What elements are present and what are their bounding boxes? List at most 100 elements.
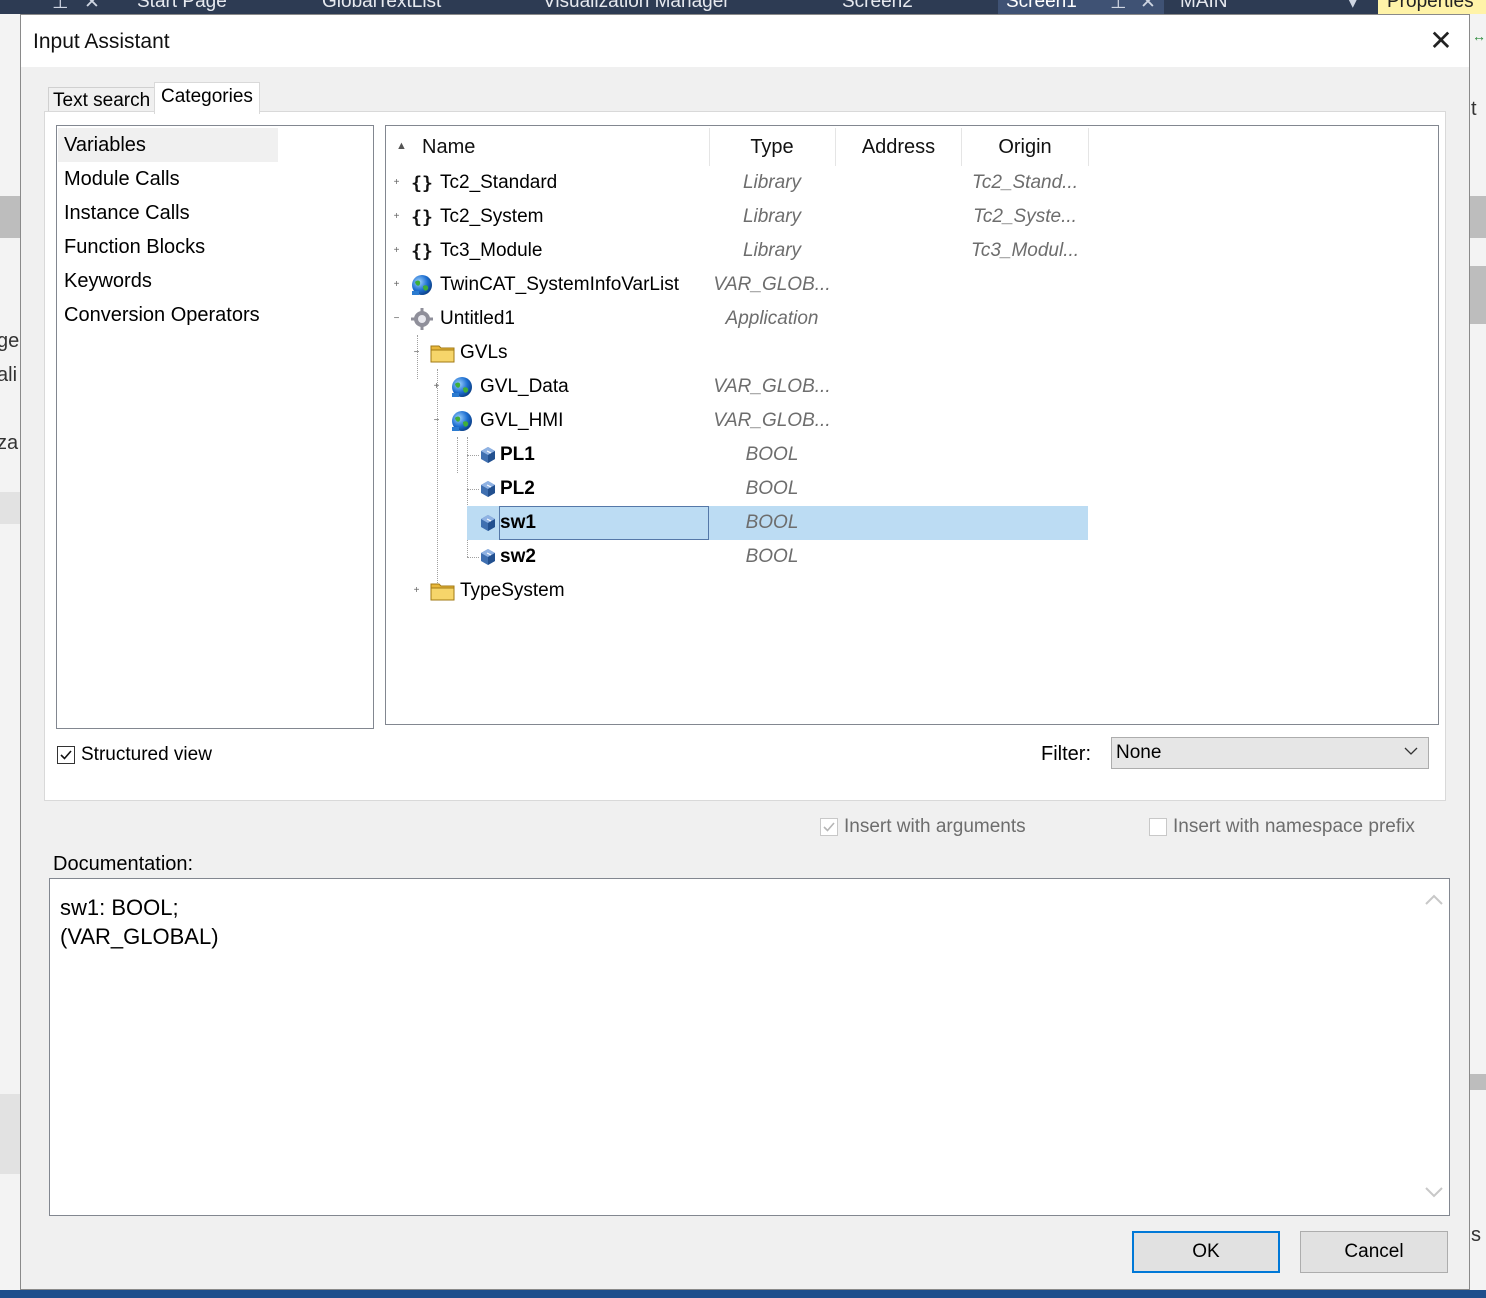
- ide-tab-globaltextlist[interactable]: GlobalTextList: [322, 0, 441, 13]
- properties-panel-tab[interactable]: Properties: [1378, 0, 1486, 14]
- pin-icon[interactable]: ⊥: [1110, 0, 1127, 14]
- variable-icon: [478, 479, 502, 503]
- ide-left-text-fragment: ge: [0, 330, 20, 352]
- ide-tab-screen1[interactable]: Screen1: [1006, 0, 1077, 13]
- category-item-keywords[interactable]: Keywords: [58, 264, 278, 298]
- variable-icon: [478, 445, 502, 469]
- column-header-name[interactable]: Name: [422, 126, 475, 166]
- tree-row[interactable]: PL2 BOOL: [386, 472, 1438, 506]
- chevron-down-icon: [1404, 747, 1418, 755]
- svg-text:{}: {}: [411, 173, 433, 194]
- column-header-address[interactable]: Address: [836, 126, 961, 166]
- folder-icon: [430, 579, 455, 603]
- tree-row[interactable]: PL1 BOOL: [386, 438, 1438, 472]
- documentation-line: sw1: BOOL;: [60, 895, 179, 920]
- tab-text-search[interactable]: Text search: [48, 87, 155, 113]
- close-icon[interactable]: ✕: [84, 0, 100, 14]
- tree-item-name: GVLs: [460, 342, 508, 363]
- tab-categories[interactable]: Categories: [154, 82, 260, 114]
- tree-row[interactable]: + TypeSystem: [386, 574, 1438, 608]
- ide-tab-screen2[interactable]: Screen2: [842, 0, 913, 13]
- column-separator: [1088, 128, 1089, 166]
- ide-right-band: [1470, 1074, 1486, 1090]
- documentation-line: (VAR_GLOBAL): [60, 924, 219, 949]
- expand-icon[interactable]: +: [432, 382, 441, 392]
- arrow-icon: ↔: [1472, 28, 1486, 44]
- expand-icon[interactable]: +: [392, 280, 401, 290]
- collapse-icon[interactable]: −: [392, 314, 401, 324]
- collapse-icon[interactable]: −: [432, 416, 441, 426]
- tree-row[interactable]: + {} Tc3_Module Library Tc3_Modul...: [386, 234, 1438, 268]
- expand-icon[interactable]: +: [412, 586, 421, 596]
- ide-left-band: [0, 492, 20, 524]
- tree-item-type: BOOL: [745, 512, 799, 533]
- tree-row[interactable]: + {} Tc2_System Library Tc2_Syste...: [386, 200, 1438, 234]
- expand-icon[interactable]: +: [392, 178, 401, 188]
- category-item-function-blocks[interactable]: Function Blocks: [58, 230, 278, 264]
- tree-item-origin: Tc2_Syste...: [973, 206, 1077, 227]
- tree-item-name: sw1: [500, 512, 536, 533]
- tree-item-type: BOOL: [745, 478, 799, 499]
- tree-row[interactable]: − GVL_HMI VAR_GLOB...: [386, 404, 1438, 438]
- ide-tab-visualization-manager[interactable]: Visualization Manager: [543, 0, 730, 13]
- pin-icon[interactable]: ⊥: [52, 0, 69, 14]
- collapse-icon[interactable]: −: [412, 348, 421, 358]
- ide-tab-start-page[interactable]: Start Page: [137, 0, 227, 13]
- tree-item-type: Library: [742, 206, 802, 227]
- category-item-conversion-operators[interactable]: Conversion Operators: [58, 298, 358, 332]
- ide-right-text-fragment: s: [1471, 1224, 1481, 1246]
- tree-item-origin: Tc3_Modul...: [970, 240, 1080, 261]
- documentation-scrollbar[interactable]: [1420, 880, 1448, 1214]
- variable-icon: [478, 513, 502, 537]
- filter-dropdown[interactable]: None: [1111, 737, 1429, 769]
- category-item-module-calls[interactable]: Module Calls: [58, 162, 278, 196]
- input-assistant-dialog: Input Assistant ✕ Text search Categories…: [20, 14, 1470, 1290]
- variable-icon: [478, 547, 502, 571]
- ide-left-band: [0, 196, 20, 238]
- filter-label: Filter:: [1041, 743, 1091, 765]
- tree-row[interactable]: sw2 BOOL: [386, 540, 1438, 574]
- documentation-textbox[interactable]: sw1: BOOL; (VAR_GLOBAL): [49, 878, 1450, 1216]
- tree-row[interactable]: sw1 BOOL: [386, 506, 1438, 540]
- close-icon: ✕: [1429, 25, 1453, 56]
- tree-item-type: BOOL: [745, 444, 799, 465]
- cancel-button[interactable]: Cancel: [1300, 1231, 1448, 1273]
- close-icon[interactable]: ✕: [1140, 0, 1156, 14]
- column-header-origin[interactable]: Origin: [962, 126, 1088, 166]
- category-list: Variables Module Calls Instance Calls Fu…: [56, 125, 374, 729]
- tree-item-name: Tc2_System: [440, 206, 544, 227]
- category-item-instance-calls[interactable]: Instance Calls: [58, 196, 278, 230]
- globe-icon: [410, 273, 434, 297]
- tree-row[interactable]: − Untitled1 Application: [386, 302, 1438, 336]
- tree-row[interactable]: + TwinCAT_SystemInfoVarList VAR_GLOB...: [386, 268, 1438, 302]
- ide-tab-main[interactable]: MAIN: [1180, 0, 1228, 13]
- library-braces-icon: {}: [410, 239, 434, 263]
- tree-row[interactable]: + {} Tc2_Standard Library Tc2_Stand...: [386, 166, 1438, 200]
- ide-right-panel: ↔ t s: [1470, 14, 1486, 1298]
- scroll-down-icon[interactable]: [1424, 1186, 1444, 1198]
- dialog-titlebar: Input Assistant ✕: [21, 15, 1469, 67]
- ide-right-text-fragment: t: [1471, 98, 1477, 120]
- expand-icon[interactable]: +: [392, 212, 401, 222]
- tree-row[interactable]: − GVLs: [386, 336, 1438, 370]
- checkmark-icon: [823, 822, 835, 832]
- structured-view-label: Structured view: [81, 744, 212, 765]
- insert-with-arguments-checkbox[interactable]: [820, 818, 838, 836]
- tree-item-type: VAR_GLOB...: [713, 376, 831, 397]
- tree-row[interactable]: + GVL_Data VAR_GLOB...: [386, 370, 1438, 404]
- close-button[interactable]: ✕: [1421, 23, 1461, 59]
- column-header-type[interactable]: Type: [710, 126, 834, 166]
- tree-item-type: Library: [742, 240, 802, 261]
- chevron-down-icon[interactable]: ▾: [1348, 0, 1358, 14]
- tree-item-name: TypeSystem: [460, 580, 565, 601]
- category-item-variables[interactable]: Variables: [58, 128, 278, 162]
- variables-tree-view: ▲ Name Type Address Origin + {} Tc2_Standa…: [385, 125, 1439, 725]
- tree-item-type: VAR_GLOB...: [713, 274, 831, 295]
- expand-icon[interactable]: +: [392, 246, 401, 256]
- insert-with-namespace-prefix-checkbox[interactable]: [1149, 818, 1167, 836]
- ok-button[interactable]: OK: [1132, 1231, 1280, 1273]
- scroll-up-icon[interactable]: [1424, 894, 1444, 906]
- folder-icon: [430, 341, 455, 365]
- tree-item-name: GVL_HMI: [480, 410, 564, 431]
- structured-view-checkbox[interactable]: [57, 746, 75, 764]
